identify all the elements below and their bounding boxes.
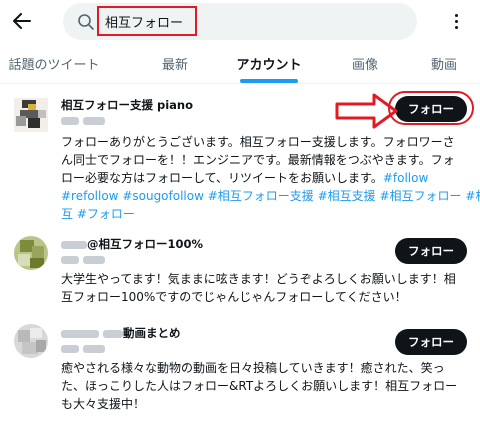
account-list-item[interactable]: 動画まとめ フォロー 癒やされる様々な動物の動画を日々投稿していきます！癒された…	[0, 316, 480, 425]
hashtag-link[interactable]: #follow	[383, 171, 428, 185]
bio-text: フォローありがとうございます。相互フォロー支援します。フォロワーさ	[61, 135, 455, 149]
account-handle	[61, 114, 105, 127]
bio-line: #refollow #sougofollow #相互フォロー支援 #相互支援 #…	[61, 187, 480, 205]
account-name[interactable]: 相互フォロー支援 piano	[61, 97, 193, 113]
account-name[interactable]: @相互フォロー100%	[61, 236, 203, 252]
bio-line: ん同士でフォローを！！エンジニアです。最新情報をつぶやきます。フォ	[61, 151, 471, 169]
active-tab-indicator	[240, 79, 298, 83]
hashtag-link[interactable]: 互 #フォロー	[61, 207, 135, 221]
account-name[interactable]: 動画まとめ	[61, 325, 181, 341]
avatar[interactable]	[14, 324, 48, 358]
account-bio: 大学生やってます！気ままに呟きます！どうぞよろしくお願いします！相 互フォロー10…	[61, 270, 471, 306]
bio-line: 癒やされる様々な動物の動画を日々投稿していきます！癒された、笑っ	[61, 359, 471, 377]
follow-button[interactable]: フォロー	[395, 329, 467, 355]
tab-top[interactable]: 話題のツイート	[0, 42, 108, 84]
bio-text: 互フォロー100%ですのでじゃんじゃんフォローしてください！	[61, 290, 407, 304]
follow-button-highlight	[388, 91, 474, 125]
bio-text: た、ほっこりした人はフォロー&RTよろしくお願いします！相互フォロー	[61, 379, 458, 393]
account-handle	[61, 342, 105, 355]
bio-line: 大学生やってます！気ままに呟きます！どうぞよろしくお願いします！相	[61, 270, 471, 288]
avatar[interactable]	[14, 236, 48, 270]
bio-line: た、ほっこりした人はフォロー&RTよろしくお願いします！相互フォロー	[61, 377, 471, 395]
account-list-item[interactable]: @相互フォロー100% フォロー 大学生やってます！気ままに呟きます！どうぞよろ…	[0, 224, 480, 316]
bio-text: も大々支援中！	[61, 397, 146, 411]
search-tabs: 話題のツイート 最新 アカウント 画像 動画	[0, 42, 480, 84]
bio-line: も大々支援中！	[61, 395, 471, 413]
hashtag-link[interactable]: #refollow #sougofollow #相互フォロー支援 #相互支援 #…	[61, 189, 480, 203]
tab-accounts[interactable]: アカウント	[232, 42, 306, 84]
search-input[interactable]: 相互フォロー	[63, 3, 417, 40]
top-bar: 相互フォロー	[0, 0, 480, 42]
bio-line: 互フォロー100%ですのでじゃんじゃんフォローしてください！	[61, 288, 471, 306]
tab-images[interactable]: 画像	[345, 42, 385, 84]
bio-line: 互 #フォロー	[61, 205, 471, 223]
more-options-icon[interactable]	[445, 8, 467, 34]
account-bio: フォローありがとうございます。相互フォロー支援します。フォロワーさ ん同士でフォロ…	[61, 133, 480, 223]
tab-videos[interactable]: 動画	[424, 42, 464, 84]
search-query[interactable]: 相互フォロー	[105, 12, 183, 31]
bio-text: ロー必要な方はフォローして、リツイートをお願いします。	[61, 171, 383, 185]
bio-line: ロー必要な方はフォローして、リツイートをお願いします。#follow	[61, 169, 471, 187]
search-icon	[78, 14, 94, 30]
bio-line: フォローありがとうございます。相互フォロー支援します。フォロワーさ	[61, 133, 471, 151]
bio-text: ん同士でフォローを！！エンジニアです。最新情報をつぶやきます。フォ	[61, 153, 455, 167]
avatar[interactable]	[14, 98, 48, 132]
bio-text: 大学生やってます！気ままに呟きます！どうぞよろしくお願いします！相	[61, 272, 456, 286]
account-handle	[61, 253, 105, 266]
follow-button[interactable]: フォロー	[395, 238, 467, 264]
tab-latest[interactable]: 最新	[150, 42, 200, 84]
back-arrow-icon[interactable]	[8, 7, 36, 35]
account-bio: 癒やされる様々な動物の動画を日々投稿していきます！癒された、笑っ た、ほっこりした…	[61, 359, 471, 413]
bio-text: 癒やされる様々な動物の動画を日々投稿していきます！癒された、笑っ	[61, 361, 445, 375]
